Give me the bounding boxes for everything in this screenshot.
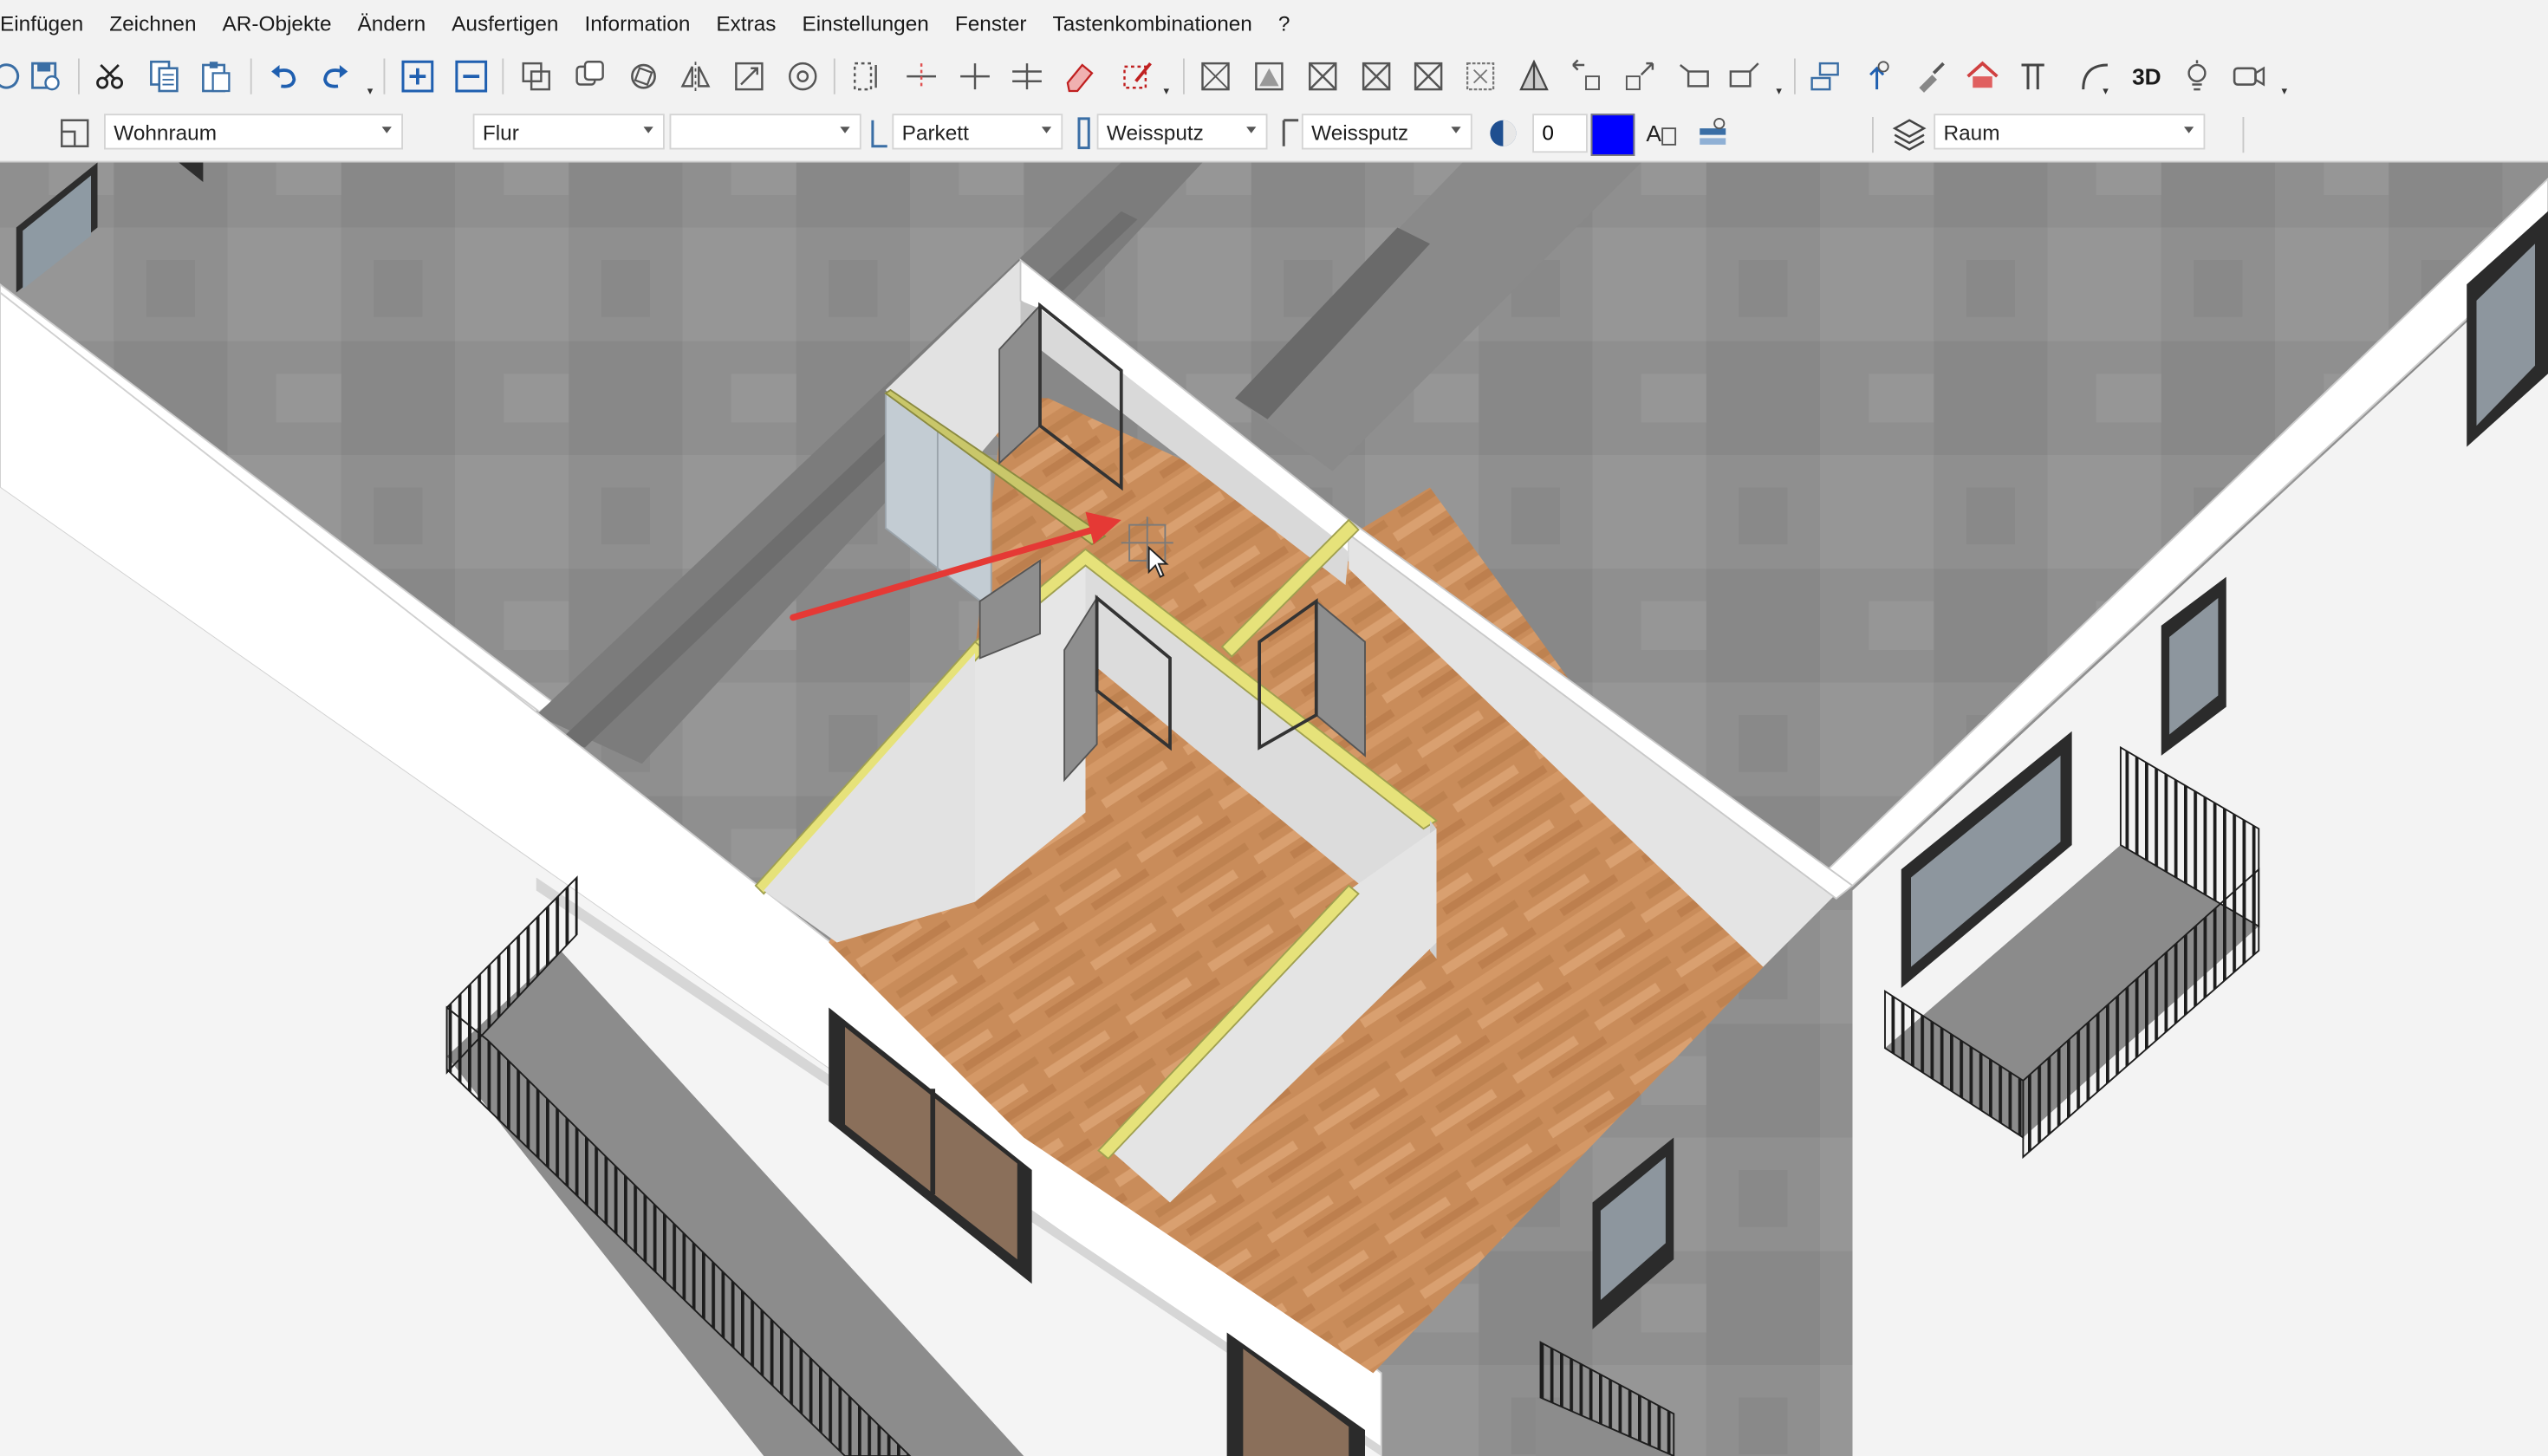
roof-icon[interactable] xyxy=(1963,57,2002,96)
lift-icon[interactable] xyxy=(1857,57,1896,96)
move-dropdown-icon[interactable]: ▾ xyxy=(1776,85,1782,97)
redo-dropdown-icon[interactable]: ▾ xyxy=(367,85,374,97)
save-icon[interactable] xyxy=(26,57,65,96)
menu-ar-objekte[interactable]: AR-Objekte xyxy=(210,10,345,35)
camera-dropdown-icon[interactable]: ▾ xyxy=(2282,85,2288,97)
mirror-icon[interactable] xyxy=(676,57,715,96)
transform-icon[interactable] xyxy=(783,57,822,96)
undo-icon[interactable] xyxy=(265,57,304,96)
multi-line-icon[interactable] xyxy=(1008,57,1047,96)
refresh-icon[interactable] xyxy=(0,57,26,96)
wall-finish-icon xyxy=(1073,114,1099,153)
arc-dropdown-icon[interactable]: ▾ xyxy=(2103,85,2109,97)
redo-icon[interactable] xyxy=(315,57,354,96)
arc-icon[interactable] xyxy=(2077,57,2116,96)
layer-select[interactable]: Raum xyxy=(1934,114,2206,150)
copy-icon[interactable] xyxy=(145,57,184,96)
align-icon[interactable] xyxy=(1805,57,1844,96)
brush-icon[interactable] xyxy=(1911,57,1950,96)
color-swatch[interactable] xyxy=(1590,114,1635,156)
pyramid-icon[interactable] xyxy=(1515,57,1554,96)
properties-toolbar: Wohnraum Flur Parkett Weissputz Weissput… xyxy=(0,107,2548,163)
menu-fenster[interactable]: Fenster xyxy=(942,10,1040,35)
floor-finish-icon xyxy=(866,114,892,153)
add-icon[interactable] xyxy=(398,57,437,96)
column-icon[interactable] xyxy=(2015,57,2054,96)
menu-tastenkombinationen[interactable]: Tastenkombinationen xyxy=(1040,10,1265,35)
box-icon-2[interactable] xyxy=(1250,57,1289,96)
wall-finish-value-2: Weissputz xyxy=(1311,119,1409,144)
layers-icon[interactable] xyxy=(1890,114,1929,153)
text-style-icon[interactable]: A xyxy=(1641,114,1680,153)
box-icon-5[interactable] xyxy=(1409,57,1448,96)
room-function-select[interactable]: Wohnraum xyxy=(104,114,403,150)
room-icon[interactable] xyxy=(55,114,94,153)
layer-style-icon[interactable] xyxy=(1693,114,1732,153)
menu-zeichnen[interactable]: Zeichnen xyxy=(96,10,209,35)
box-icon-3[interactable] xyxy=(1303,57,1342,96)
menu-extras[interactable]: Extras xyxy=(703,10,789,35)
main-toolbar: ▾ ▾ ▾ ▾ 3D ▾ xyxy=(0,45,2548,107)
copy-element-icon[interactable] xyxy=(517,57,556,96)
menu-einfuegen[interactable]: Einfügen xyxy=(0,10,96,35)
move-left-icon[interactable] xyxy=(1567,57,1606,96)
scissors-icon[interactable] xyxy=(91,57,130,96)
svg-text:A: A xyxy=(1646,120,1661,146)
move-element-icon[interactable] xyxy=(1674,57,1713,96)
room-name-value: Flur xyxy=(482,119,519,144)
split-icon[interactable] xyxy=(848,57,887,96)
menu-bar: Einfügen Zeichnen AR-Objekte Ändern Ausf… xyxy=(0,0,2548,46)
floor-finish-value: Parkett xyxy=(901,119,969,144)
move-right-icon[interactable] xyxy=(1620,57,1659,96)
floor-finish-select[interactable]: Parkett xyxy=(892,114,1063,150)
menu-information[interactable]: Information xyxy=(571,10,703,35)
3d-view-button[interactable]: 3D xyxy=(2122,57,2171,96)
menu-help[interactable]: ? xyxy=(1265,10,1303,35)
edit-dropdown-icon[interactable]: ▾ xyxy=(1164,85,1170,97)
menu-aendern[interactable]: Ändern xyxy=(345,10,439,35)
layer-value: Raum xyxy=(1943,119,2000,144)
cross-line-icon[interactable] xyxy=(956,57,995,96)
move-copy-icon[interactable] xyxy=(1726,57,1765,96)
ceiling-finish-icon xyxy=(1277,114,1303,153)
3d-viewport[interactable] xyxy=(0,162,2548,1456)
room-extra-select[interactable] xyxy=(669,114,861,150)
wall-finish-value-1: Weissputz xyxy=(1106,119,1204,144)
pen-value-input[interactable]: 0 xyxy=(1532,114,1588,153)
app-window: Einfügen Zeichnen AR-Objekte Ändern Ausf… xyxy=(0,0,2548,1456)
box-icon-6[interactable] xyxy=(1461,57,1500,96)
menu-ausfertigen[interactable]: Ausfertigen xyxy=(439,10,571,35)
duplicate-icon[interactable] xyxy=(570,57,609,96)
wall-finish-select-2[interactable]: Weissputz xyxy=(1301,114,1472,150)
wall-finish-select-1[interactable]: Weissputz xyxy=(1096,114,1268,150)
building-model xyxy=(0,162,2548,1456)
rotate-icon[interactable] xyxy=(624,57,663,96)
box-icon-1[interactable] xyxy=(1196,57,1235,96)
eraser-icon[interactable] xyxy=(1060,57,1099,96)
room-function-value: Wohnraum xyxy=(114,119,218,144)
camera-icon[interactable] xyxy=(2230,57,2269,96)
light-icon[interactable] xyxy=(2178,57,2217,96)
scale-icon[interactable] xyxy=(730,57,769,96)
paste-icon[interactable] xyxy=(197,57,236,96)
room-name-select[interactable]: Flur xyxy=(472,114,665,150)
remove-icon[interactable] xyxy=(452,57,491,96)
box-icon-4[interactable] xyxy=(1357,57,1396,96)
shading-icon[interactable] xyxy=(1484,114,1523,153)
menu-einstellungen[interactable]: Einstellungen xyxy=(789,10,941,35)
edit-element-icon[interactable] xyxy=(1118,57,1157,96)
extend-line-icon[interactable] xyxy=(902,57,941,96)
